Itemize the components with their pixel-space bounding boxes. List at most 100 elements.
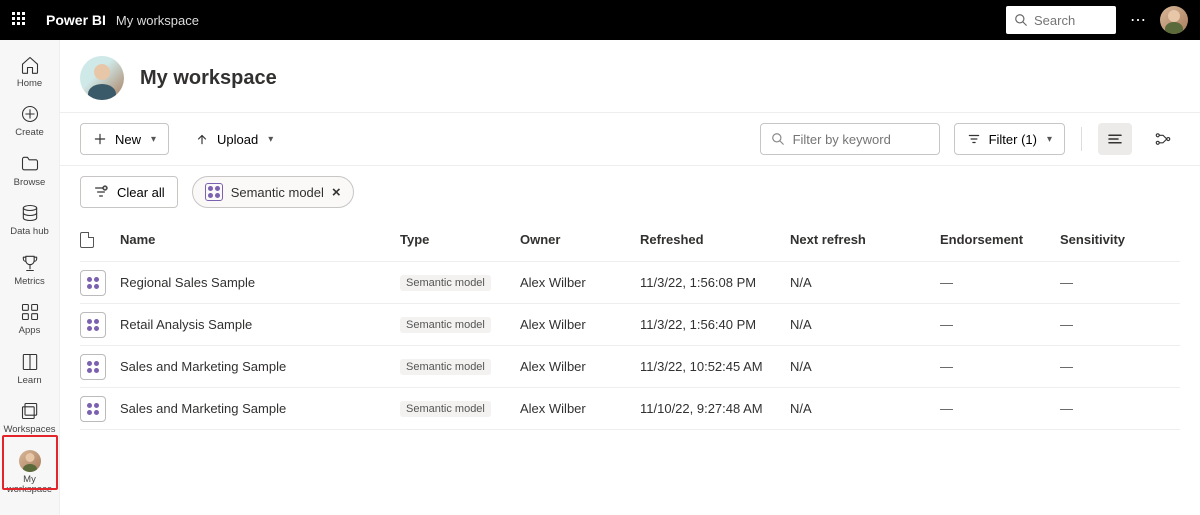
- global-search[interactable]: [1006, 6, 1116, 34]
- cell-name: Sales and Marketing Sample: [120, 401, 400, 416]
- upload-icon: [195, 132, 209, 146]
- cell-endorsement: —: [940, 317, 1060, 332]
- cell-refreshed: 11/10/22, 9:27:48 AM: [640, 401, 790, 416]
- nav-label: Create: [15, 128, 44, 138]
- file-icon: [80, 232, 94, 248]
- clear-all-button[interactable]: Clear all: [80, 176, 178, 208]
- cell-type: Semantic model: [400, 359, 491, 375]
- table-row[interactable]: Retail Analysis SampleSemantic modelAlex…: [80, 304, 1180, 346]
- cell-name: Regional Sales Sample: [120, 275, 400, 290]
- search-icon: [771, 132, 785, 146]
- breadcrumb[interactable]: My workspace: [116, 13, 199, 28]
- content-table: Name Type Owner Refreshed Next refresh E…: [60, 218, 1200, 430]
- filter-chips-row: Clear all Semantic model ×: [60, 166, 1200, 218]
- filter-button[interactable]: Filter (1) ▾: [954, 123, 1065, 155]
- list-view-icon: [1106, 130, 1124, 148]
- datahub-icon: [19, 202, 41, 224]
- chevron-down-icon: ▾: [1047, 134, 1052, 145]
- home-icon: [19, 54, 41, 76]
- chip-label: Semantic model: [231, 185, 324, 200]
- search-input[interactable]: [1034, 13, 1094, 28]
- upload-label: Upload: [217, 132, 258, 147]
- nav-learn[interactable]: Learn: [2, 345, 58, 394]
- cell-refreshed: 11/3/22, 1:56:08 PM: [640, 275, 790, 290]
- cell-endorsement: —: [940, 401, 1060, 416]
- nav-my-workspace[interactable]: My workspace: [2, 444, 58, 504]
- col-type[interactable]: Type: [400, 232, 520, 247]
- cell-refreshed: 11/3/22, 1:56:40 PM: [640, 317, 790, 332]
- nav-create[interactable]: Create: [2, 97, 58, 146]
- filter-icon: [967, 132, 981, 146]
- chevron-down-icon: ▾: [268, 134, 273, 145]
- col-name[interactable]: Name: [120, 232, 400, 247]
- table-row[interactable]: Regional Sales SampleSemantic model Alex …: [80, 262, 1180, 304]
- trophy-icon: [19, 252, 41, 274]
- nav-home[interactable]: Home: [2, 48, 58, 97]
- cell-sensitivity: —: [1060, 317, 1160, 332]
- plus-icon: [93, 132, 107, 146]
- page-title: My workspace: [140, 67, 277, 90]
- filter-chip-semantic-model[interactable]: Semantic model ×: [192, 176, 354, 208]
- nav-metrics[interactable]: Metrics: [2, 246, 58, 295]
- filter-label: Filter (1): [989, 132, 1037, 147]
- col-endorsement[interactable]: Endorsement: [940, 232, 1060, 247]
- cell-name: Retail Analysis Sample: [120, 317, 400, 332]
- folder-icon: [19, 153, 41, 175]
- col-sensitivity[interactable]: Sensitivity: [1060, 232, 1160, 247]
- cell-type: Semantic model: [400, 401, 491, 417]
- list-view-button[interactable]: [1098, 123, 1132, 155]
- chevron-down-icon: ▾: [151, 134, 156, 145]
- filter-input[interactable]: [793, 132, 923, 147]
- nav-label: Workspaces: [3, 425, 55, 435]
- main-content: My workspace New ▾ Upload ▾ Filter (1) ▾: [60, 40, 1200, 515]
- book-icon: [19, 351, 41, 373]
- cell-endorsement: —: [940, 275, 1060, 290]
- nav-label: Home: [17, 79, 42, 89]
- clear-all-label: Clear all: [117, 185, 165, 200]
- nav-browse[interactable]: Browse: [2, 147, 58, 196]
- upload-button[interactable]: Upload ▾: [183, 123, 285, 155]
- brand-name: Power BI: [46, 12, 106, 28]
- nav-workspaces[interactable]: Workspaces: [2, 394, 58, 443]
- lineage-icon: [1154, 130, 1172, 148]
- col-refreshed[interactable]: Refreshed: [640, 232, 790, 247]
- semantic-model-icon: [80, 312, 106, 338]
- nav-label: Data hub: [10, 227, 49, 237]
- semantic-model-icon: [80, 270, 106, 296]
- cell-owner: Alex Wilber: [520, 401, 640, 416]
- nav-datahub[interactable]: Data hub: [2, 196, 58, 245]
- col-next-refresh[interactable]: Next refresh: [790, 232, 940, 247]
- table-row[interactable]: Sales and Marketing SampleSemantic model…: [80, 346, 1180, 388]
- avatar-icon: [19, 450, 41, 472]
- cell-sensitivity: —: [1060, 359, 1160, 374]
- filter-keyword[interactable]: [760, 123, 940, 155]
- cell-sensitivity: —: [1060, 275, 1160, 290]
- lineage-view-button[interactable]: [1146, 123, 1180, 155]
- close-icon[interactable]: ×: [332, 184, 341, 201]
- table-row[interactable]: Sales and Marketing SampleSemantic model…: [80, 388, 1180, 430]
- nav-label: My workspace: [2, 475, 58, 496]
- cell-type: Semantic model: [400, 275, 491, 291]
- semantic-model-icon: [80, 354, 106, 380]
- nav-apps[interactable]: Apps: [2, 295, 58, 344]
- app-launcher-icon[interactable]: [12, 12, 28, 28]
- table-header: Name Type Owner Refreshed Next refresh E…: [80, 218, 1180, 262]
- cell-next-refresh: N/A: [790, 275, 940, 290]
- cell-next-refresh: N/A: [790, 401, 940, 416]
- more-menu-icon[interactable]: ⋯: [1130, 10, 1146, 30]
- col-owner[interactable]: Owner: [520, 232, 640, 247]
- cell-owner: Alex Wilber: [520, 275, 640, 290]
- nav-label: Browse: [14, 178, 46, 188]
- top-bar: Power BI My workspace ⋯: [0, 0, 1200, 40]
- cell-next-refresh: N/A: [790, 359, 940, 374]
- nav-label: Metrics: [14, 277, 45, 287]
- cell-name: Sales and Marketing Sample: [120, 359, 400, 374]
- nav-label: Apps: [19, 326, 41, 336]
- user-avatar[interactable]: [1160, 6, 1188, 34]
- semantic-model-icon: [205, 183, 223, 201]
- search-icon: [1014, 13, 1028, 27]
- nav-label: Learn: [17, 376, 41, 386]
- new-label: New: [115, 132, 141, 147]
- new-button[interactable]: New ▾: [80, 123, 169, 155]
- left-nav: Home Create Browse Data hub Metrics Apps…: [0, 40, 60, 515]
